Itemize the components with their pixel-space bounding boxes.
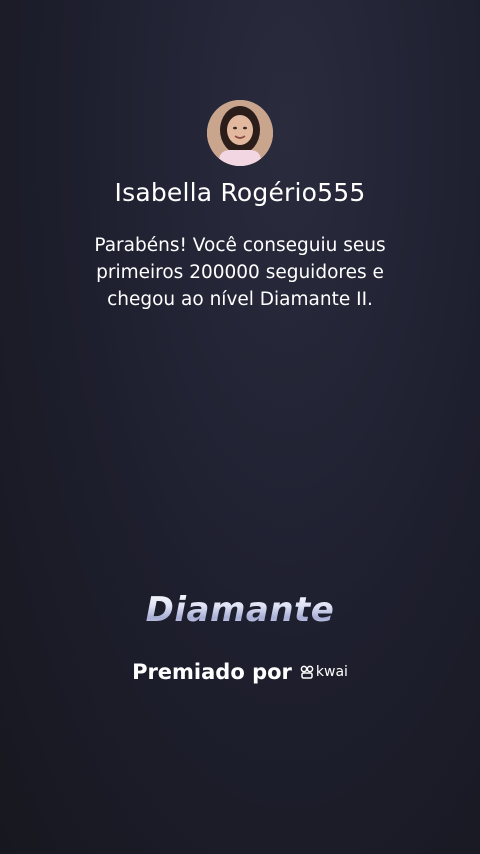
kwai-logo: kwai (300, 664, 348, 680)
congratulations-message: Parabéns! Você conseguiu seus primeiros … (94, 235, 386, 310)
level-badge-title: Diamante (0, 590, 480, 630)
avatar (207, 100, 273, 166)
awarded-by-label: Premiado por (132, 660, 292, 684)
awarded-by: Premiado por kwai (0, 660, 480, 684)
kwai-logo-icon (300, 665, 314, 679)
username: Isabella Rogério555 (114, 178, 366, 207)
level-up-screen: Isabella Rogério555 Parabéns! Você conse… (0, 0, 480, 854)
user-photo-icon (207, 100, 273, 166)
kwai-brand-text: kwai (315, 664, 348, 680)
